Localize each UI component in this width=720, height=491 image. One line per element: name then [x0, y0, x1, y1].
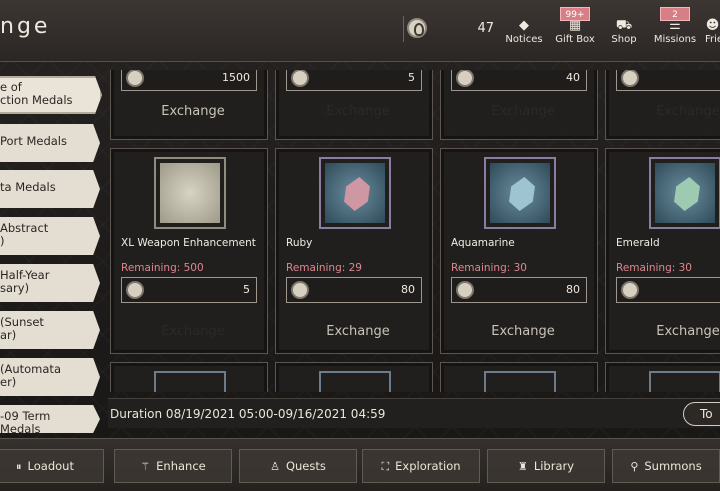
item-frame — [649, 371, 720, 392]
exchange-card-emerald: Emerald Remaining: 30 Exchange — [605, 148, 720, 354]
category-collection-medals[interactable]: e of ction Medals — [0, 76, 102, 114]
duration-bar: Duration 08/19/2021 05:00-09/16/2021 04:… — [108, 398, 720, 428]
shop-button[interactable]: ⛟ Shop — [606, 7, 642, 53]
exchange-card — [440, 362, 598, 392]
notices-icon: ◆ — [519, 18, 529, 33]
exchange-button[interactable]: Exchange — [644, 319, 720, 345]
category-term-medals[interactable]: -09 Term Medals — [0, 405, 100, 433]
loadout-icon: ⏸ — [16, 460, 22, 473]
page-title: nge — [0, 14, 51, 39]
shop-icon: ⛟ — [615, 18, 633, 33]
duration-text: Duration 08/19/2021 05:00-09/16/2021 04:… — [110, 407, 386, 421]
category-half-year-anniversary[interactable]: Half-Year sary) — [0, 264, 100, 302]
notices-button[interactable]: ◆ Notices — [503, 7, 545, 53]
medal-icon — [621, 281, 639, 299]
cost-box — [616, 277, 720, 303]
exchange-card: Exchange — [605, 70, 720, 140]
quests-icon: ♙ — [270, 460, 280, 473]
exchange-card-xl-weapon-enhancement: XL Weapon Enhancement Remaining: 500 5 E… — [110, 148, 268, 354]
category-automata[interactable]: (Automata er) — [0, 358, 100, 396]
gift-box-button[interactable]: 99+ ▦ Gift Box — [553, 7, 597, 53]
item-frame — [154, 371, 226, 392]
exchange-button[interactable]: Exchange — [479, 319, 567, 345]
bottom-nav: ⏸ Loadout ⚚ Enhance ♙ Quests ⛶ Exploration ♜… — [0, 438, 720, 491]
nav-loadout[interactable]: ⏸ Loadout — [0, 449, 104, 483]
exchange-button[interactable]: Exchange — [314, 99, 402, 125]
exchange-card — [275, 362, 433, 392]
exchange-card-ruby: Ruby Remaining: 29 80 Exchange — [275, 148, 433, 354]
exploration-icon: ⛶ — [381, 460, 390, 473]
exchange-button[interactable]: Exchange — [314, 319, 402, 345]
nav-summons[interactable]: ⚲ Summons — [612, 449, 720, 483]
exchange-card: 1500 Exchange — [110, 70, 268, 140]
cost-box: 40 — [451, 70, 587, 91]
item-frame — [319, 371, 391, 392]
medal-icon — [291, 281, 309, 299]
nav-library[interactable]: ♜ Library — [487, 449, 605, 483]
nav-enhance[interactable]: ⚚ Enhance — [114, 449, 232, 483]
item-frame — [484, 157, 556, 229]
cost-box: 80 — [451, 277, 587, 303]
nav-quests[interactable]: ♙ Quests — [239, 449, 357, 483]
category-automata-medals[interactable]: ta Medals — [0, 170, 100, 208]
item-frame — [319, 157, 391, 229]
cost-box: 5 — [121, 277, 257, 303]
cost-box: 1500 — [121, 70, 257, 91]
exchange-card — [605, 362, 720, 392]
emerald-icon — [673, 177, 702, 211]
item-frame — [154, 157, 226, 229]
cost-box: 80 — [286, 277, 422, 303]
library-icon: ♜ — [517, 460, 528, 473]
category-sunset[interactable]: (Sunset ar) — [0, 311, 100, 349]
friends-icon: ☻ — [705, 18, 720, 33]
missions-badge: 2 — [660, 7, 690, 21]
friends-button[interactable]: ☻ Frie — [705, 7, 720, 53]
exchange-button[interactable]: Exchange — [644, 99, 720, 125]
cost-box: 5 — [286, 70, 422, 91]
medal-icon — [126, 70, 144, 87]
medal-icon — [407, 18, 427, 38]
top-bar: nge 47 ◆ Notices 99+ ▦ Gift Box ⛟ Shop 2… — [0, 0, 720, 62]
medal-icon — [291, 70, 309, 87]
exchange-button[interactable]: Exchange — [149, 319, 237, 345]
gift-box-badge: 99+ — [560, 7, 590, 21]
exchange-button[interactable]: Exchange — [479, 99, 567, 125]
cost-box — [616, 70, 720, 91]
enhance-icon: ⚚ — [140, 460, 151, 473]
exchange-card: 40 Exchange — [440, 70, 598, 140]
aquamarine-icon — [508, 177, 537, 211]
to-button[interactable]: To — [683, 402, 720, 426]
summons-icon: ⚲ — [630, 460, 639, 473]
exchange-card-aquamarine: Aquamarine Remaining: 30 80 Exchange — [440, 148, 598, 354]
exchange-card — [110, 362, 268, 392]
item-frame — [649, 157, 720, 229]
ruby-icon — [343, 177, 372, 211]
missions-button[interactable]: 2 ☰ Missions — [652, 7, 698, 53]
medal-icon — [456, 281, 474, 299]
nav-exploration[interactable]: ⛶ Exploration — [362, 449, 480, 483]
medal-icon — [621, 70, 639, 87]
exchange-card: 5 Exchange — [275, 70, 433, 140]
medal-icon — [126, 281, 144, 299]
enhancement-material-icon — [160, 163, 220, 223]
category-port-medals[interactable]: Port Medals — [0, 124, 100, 162]
exchange-grid: 1500 Exchange 5 Exchange 40 Exchange Exc… — [108, 70, 720, 392]
exchange-button[interactable]: Exchange — [149, 99, 237, 125]
header-divider — [403, 16, 404, 42]
medal-count: 47 — [477, 21, 494, 36]
medal-icon — [456, 70, 474, 87]
item-frame — [484, 371, 556, 392]
category-abstract[interactable]: Abstract ) — [0, 217, 100, 255]
